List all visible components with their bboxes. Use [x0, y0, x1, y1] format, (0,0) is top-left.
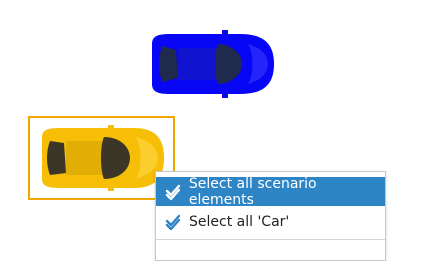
context-menu: Select all scenario elements Select all …	[155, 171, 386, 261]
menu-item-label: Select all scenario elements	[188, 175, 317, 208]
blue-car-mirror-left	[222, 30, 228, 36]
blue-car-rear-window	[159, 46, 178, 82]
check-list-icon	[165, 214, 181, 230]
yellow-car[interactable]	[36, 125, 166, 191]
menu-item-select-all-car[interactable]: Select all 'Car'	[156, 207, 385, 236]
check-list-icon	[165, 184, 181, 200]
blue-car-roof	[178, 48, 216, 80]
yellow-car-mirror-right	[108, 186, 114, 191]
yellow-car-roof	[66, 141, 102, 175]
blue-car-mirror-right	[222, 92, 228, 98]
menu-item-select-all-scenario-elements[interactable]: Select all scenario elements	[156, 175, 385, 208]
blue-car[interactable]	[144, 30, 276, 98]
yellow-car-rear-window	[47, 141, 66, 175]
menu-item-label: Select all 'Car'	[189, 213, 290, 230]
yellow-car-mirror-left	[108, 125, 114, 130]
menu-separator	[156, 239, 385, 240]
scenario-canvas[interactable]: Select all scenario elements Select all …	[0, 0, 432, 261]
